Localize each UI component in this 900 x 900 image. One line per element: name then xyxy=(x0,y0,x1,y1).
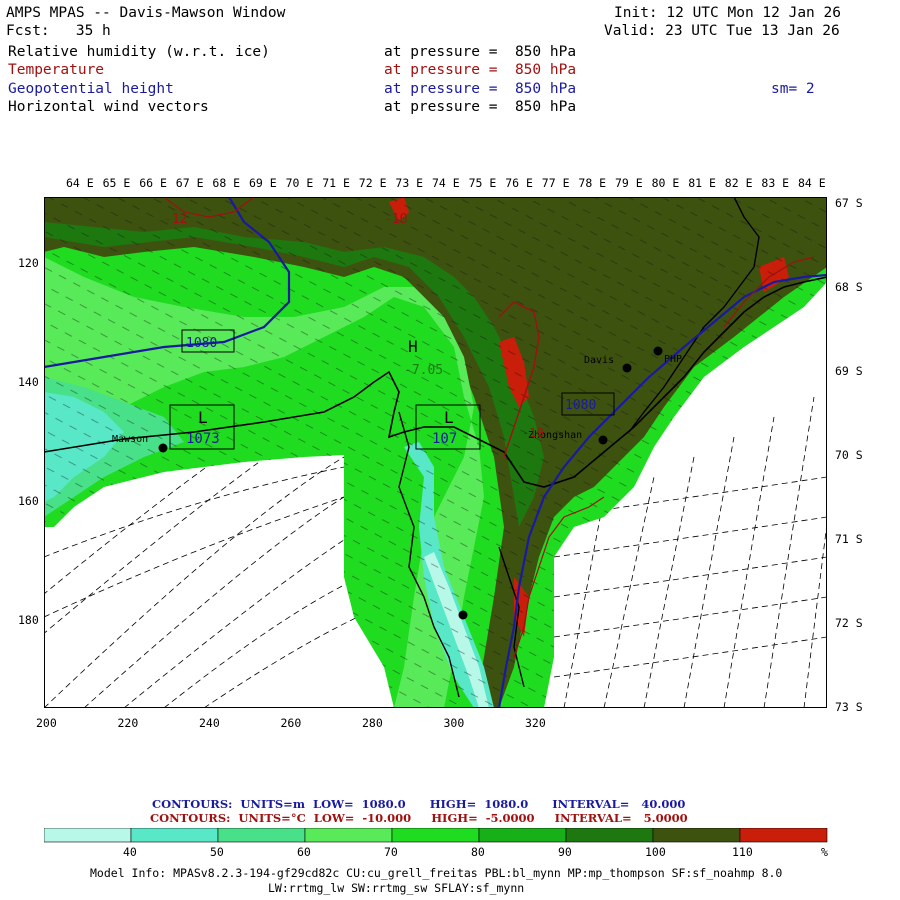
grid-x-tick: 280 xyxy=(362,716,383,730)
longitude-tick: 82 E xyxy=(724,176,753,190)
longitude-tick: 74 E xyxy=(432,176,460,190)
colorbar-tick: 90 xyxy=(558,845,572,859)
valid-time: Valid: 23 UTC Tue 13 Jan 26 xyxy=(604,23,840,39)
longitude-tick: 83 E xyxy=(761,176,790,190)
colorbar-swatch xyxy=(130,828,219,843)
station-label-mawson: Mawson xyxy=(112,434,148,445)
colorbar-swatch xyxy=(739,828,828,843)
grid-x-tick: 220 xyxy=(117,716,139,730)
longitude-tick: 76 E xyxy=(505,176,533,190)
init-time: Init: 12 UTC Mon 12 Jan 26 xyxy=(614,5,841,21)
colorbar-swatch xyxy=(565,828,654,843)
smoothing-label: sm= 2 xyxy=(771,81,815,97)
colorbar-tick: 40 xyxy=(123,845,137,859)
colorbar-swatch xyxy=(391,828,480,843)
grid-x-tick: 320 xyxy=(525,716,546,730)
longitude-tick: 71 E xyxy=(322,176,350,190)
latitude-tick: 70 S xyxy=(835,448,863,462)
rh-colorbar xyxy=(44,828,828,843)
latitude-tick: 68 S xyxy=(835,280,863,294)
latitude-tick: 71 S xyxy=(835,532,863,546)
field-name-geopotential: Geopotential height xyxy=(8,81,174,97)
station-dot-davis xyxy=(622,363,632,373)
pressure-high: H xyxy=(408,337,418,356)
longitude-tick: 66 E xyxy=(139,176,167,190)
colorbar-tick: 80 xyxy=(471,845,485,859)
field-name-wind: Horizontal wind vectors xyxy=(8,99,209,115)
colorbar-tick: 50 xyxy=(210,845,224,859)
latitude-tick: 69 S xyxy=(835,364,863,378)
colorbar-swatch xyxy=(217,828,306,843)
colorbar-swatch xyxy=(304,828,393,843)
grid-x-tick: 260 xyxy=(280,716,302,730)
station-dot-php xyxy=(653,346,663,356)
latitude-tick: 67 S xyxy=(835,196,863,210)
colorbar-swatch xyxy=(652,828,741,843)
station-label-php: PHP xyxy=(664,354,682,365)
temp-label-4: -10 xyxy=(522,426,544,440)
temp-label-3: -7.05 xyxy=(404,363,443,378)
grid-x-tick: 240 xyxy=(199,716,220,730)
forecast-hour: Fcst: 35 h xyxy=(6,23,111,39)
model-info-line2: LW:rrtmg_lw SW:rrtmg_sw SFLAY:sf_mynn xyxy=(268,881,525,895)
grid-x-tick: 200 xyxy=(36,716,57,730)
longitude-tick: 65 E xyxy=(102,176,131,190)
longitude-tick: 78 E xyxy=(578,176,607,190)
longitude-tick: 70 E xyxy=(285,176,314,190)
colorbar-tick: 70 xyxy=(384,845,398,859)
pressure-low-1: L xyxy=(198,408,208,427)
grid-y-tick: 120 xyxy=(18,256,39,270)
longitude-tick: 81 E xyxy=(688,176,716,190)
weather-map: Mawson Davis Zhongshan PHP 1080 1073 107… xyxy=(44,197,827,708)
field-level-geopotential: at pressure = 850 hPa xyxy=(384,81,577,97)
longitude-tick: 80 E xyxy=(651,176,680,190)
model-info-line1: Model Info: MPASv8.2.3-194-gf29cd82c CU:… xyxy=(90,866,783,880)
longitude-tick: 75 E xyxy=(468,176,497,190)
height-label-4: 1080 xyxy=(565,398,596,413)
latitude-tick: 72 S xyxy=(835,616,863,630)
colorbar-tick: 110 xyxy=(732,845,753,859)
height-label-2: 1073 xyxy=(186,431,220,447)
height-label-3: 107 xyxy=(432,431,457,447)
field-level-rh: at pressure = 850 hPa xyxy=(384,44,577,60)
field-name-rh: Relative humidity (w.r.t. ice) xyxy=(8,44,270,60)
longitude-tick: 64 E xyxy=(66,176,94,190)
field-level-wind: at pressure = 850 hPa xyxy=(384,99,577,115)
colorbar-unit: % xyxy=(821,845,828,859)
longitude-tick: 79 E xyxy=(615,176,643,190)
temp-label-1: -12 xyxy=(164,212,187,227)
longitude-tick: 73 E xyxy=(395,176,424,190)
colorbar-swatch xyxy=(44,828,132,843)
grid-y-tick: 140 xyxy=(18,375,39,389)
latitude-tick: 73 S xyxy=(835,700,863,714)
contour-info-height: CONTOURS: UNITS=m LOW= 1080.0 HIGH= 1080… xyxy=(152,797,686,811)
station-label-davis: Davis xyxy=(584,355,614,366)
longitude-tick: 77 E xyxy=(541,176,570,190)
grid-y-tick: 160 xyxy=(18,494,39,508)
field-level-temperature: at pressure = 850 hPa xyxy=(384,62,577,78)
longitude-tick: 84 E xyxy=(798,176,826,190)
colorbar-swatch xyxy=(478,828,567,843)
station-dot-zhongshan xyxy=(598,435,608,445)
contour-info-temperature: CONTOURS: UNITS=°C LOW= -10.000 HIGH= -5… xyxy=(150,811,688,825)
longitude-tick: 67 E xyxy=(175,176,204,190)
pressure-low-2: L xyxy=(444,408,454,427)
grid-x-tick: 300 xyxy=(443,716,465,730)
station-dot-south xyxy=(458,610,468,620)
height-label-1: 1080 xyxy=(186,336,217,351)
station-dot-mawson xyxy=(158,443,168,453)
colorbar-tick: 60 xyxy=(297,845,311,859)
field-name-temperature: Temperature xyxy=(8,62,105,78)
plot-title: AMPS MPAS -- Davis-Mawson Window xyxy=(6,5,286,21)
grid-y-tick: 180 xyxy=(18,613,39,627)
colorbar-tick: 100 xyxy=(645,845,666,859)
longitude-tick: 68 E xyxy=(212,176,241,190)
longitude-tick: 72 E xyxy=(358,176,387,190)
longitude-tick: 69 E xyxy=(249,176,277,190)
temp-label-2: -10 xyxy=(384,212,407,227)
